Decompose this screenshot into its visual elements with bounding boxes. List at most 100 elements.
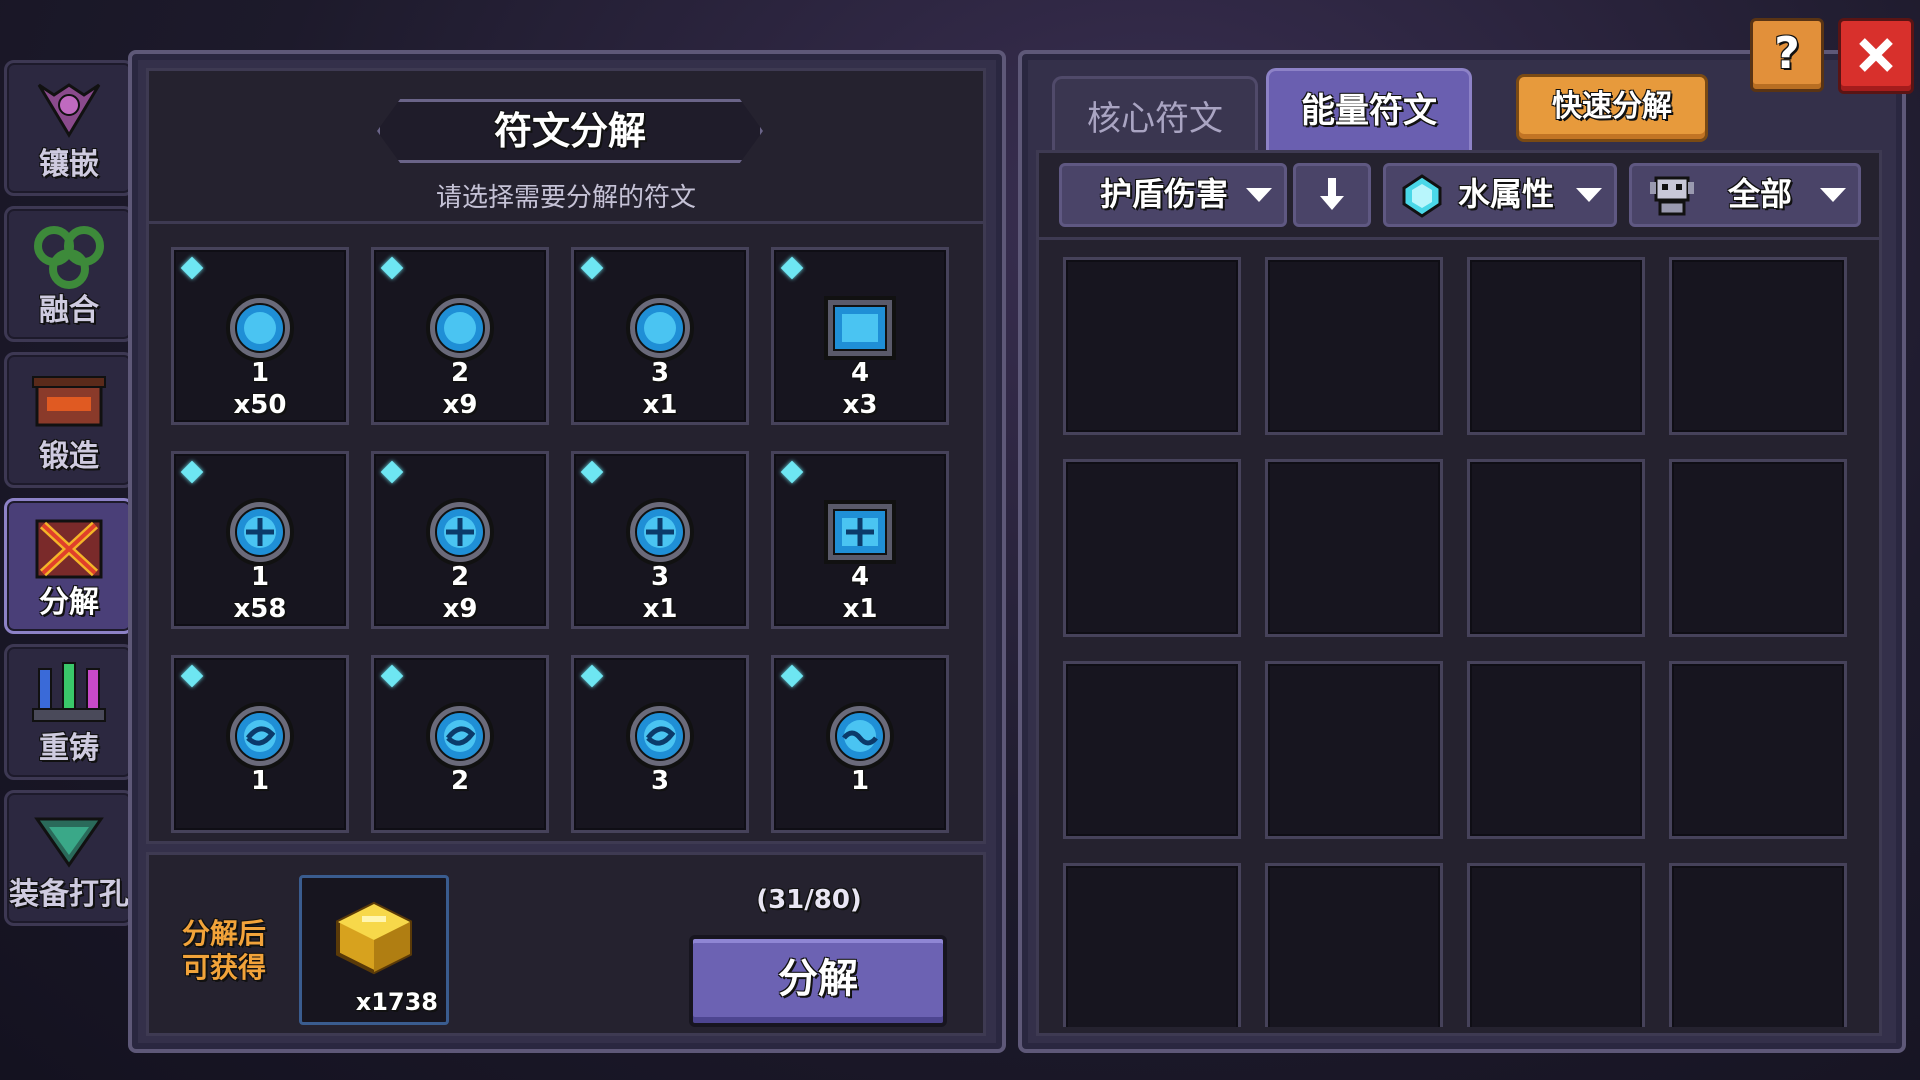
gold-cube-icon (336, 901, 412, 975)
sidebar-item-label: 融合 (39, 293, 99, 328)
rune-level: 1 (250, 358, 270, 388)
rune-level: 1 (250, 562, 270, 592)
decompose-icon (35, 519, 103, 579)
empty-slot[interactable] (1669, 863, 1847, 1027)
stat-filter-label: 护盾伤害 (1100, 175, 1229, 213)
rune-slot[interactable]: 2 x9 (371, 451, 549, 629)
subtitle: 请选择需要分解的符文 (435, 183, 696, 213)
rune-grid: 1 x50 2 x9 3 x1 4 x3 1 x58 2 x9 3 x1 4 x1 1 2 3 1 (171, 247, 971, 837)
category-filter-dropdown[interactable]: 全部 (1629, 163, 1861, 227)
empty-slot[interactable] (1265, 863, 1443, 1027)
empty-slot[interactable] (1063, 257, 1241, 435)
rune-slot[interactable]: 3 (571, 655, 749, 833)
empty-slot[interactable] (1265, 661, 1443, 839)
rune-slot[interactable]: 3 x1 (571, 247, 749, 425)
tab-energy-runes[interactable]: 能量符文 (1266, 68, 1472, 159)
rune-diamond-icon (180, 664, 204, 688)
rune-count: x58 (233, 594, 287, 624)
empty-slot[interactable] (1265, 459, 1443, 637)
rune-level: 3 (650, 766, 670, 796)
rune-count: x1 (642, 594, 678, 624)
sidebar-item-socket[interactable]: 装备打孔 (4, 790, 134, 926)
element-filter-dropdown[interactable]: 水属性 (1383, 163, 1617, 227)
sidebar-item-label: 锻造 (39, 439, 99, 474)
empty-slot[interactable] (1063, 863, 1241, 1027)
help-button[interactable]: ? (1750, 18, 1824, 92)
rune-slot[interactable]: 1 x58 (171, 451, 349, 629)
rune-level: 3 (650, 562, 670, 592)
rune-slot[interactable]: 2 (371, 655, 549, 833)
rune-diamond-icon (580, 460, 604, 484)
rune-diamond-icon (180, 256, 204, 280)
rune-slot[interactable]: 1 x50 (171, 247, 349, 425)
rune-slot[interactable]: 1 (771, 655, 949, 833)
tab-core-runes[interactable]: 核心符文 (1052, 76, 1258, 159)
empty-slot[interactable] (1669, 459, 1847, 637)
selection-panel: 核心符文 能量符文 快速分解 护盾伤害 水属性 全部 (1018, 50, 1906, 1053)
rune-count: x1 (642, 390, 678, 420)
decompose-footer: 分解后 可获得 x1738 (31/80) 分解 (146, 852, 986, 1036)
water-gem-icon (1402, 174, 1442, 218)
rune-count: x9 (442, 594, 478, 624)
sidebar-item-recast[interactable]: 重铸 (4, 644, 134, 780)
quick-decompose-button[interactable]: 快速分解 (1516, 74, 1708, 142)
rune-slot[interactable]: 3 x1 (571, 451, 749, 629)
rune-level: 2 (450, 358, 470, 388)
rune-diamond-icon (380, 460, 404, 484)
sidebar-item-label: 镶嵌 (39, 147, 99, 182)
rune-slot[interactable]: 2 x9 (371, 247, 549, 425)
selected-area: 护盾伤害 水属性 全部 (1036, 150, 1882, 1036)
decompose-button[interactable]: 分解 (689, 935, 947, 1027)
sidebar-item-label: 重铸 (39, 731, 99, 766)
inlay-icon (37, 83, 101, 138)
arrow-down-icon (1320, 178, 1344, 210)
element-filter-label: 水属性 (1458, 175, 1555, 213)
rune-count: x1 (842, 594, 878, 624)
sidebar-item-forge[interactable]: 锻造 (4, 352, 134, 488)
empty-slot[interactable] (1467, 863, 1645, 1027)
divider (149, 221, 983, 224)
empty-slot[interactable] (1467, 257, 1645, 435)
rune-diamond-icon (580, 256, 604, 280)
rune-diamond-icon (780, 664, 804, 688)
empty-slot[interactable] (1669, 257, 1847, 435)
sidebar-item-decompose[interactable]: 分解 (4, 498, 134, 634)
rune-diamond-icon (180, 460, 204, 484)
rune-slot[interactable]: 4 x1 (771, 451, 949, 629)
reward-slot: x1738 (299, 875, 449, 1025)
rune-diamond-icon (780, 460, 804, 484)
chevron-down-icon (1246, 188, 1272, 202)
stat-filter-dropdown[interactable]: 护盾伤害 (1059, 163, 1287, 227)
rune-count: x9 (442, 390, 478, 420)
empty-slot[interactable] (1467, 661, 1645, 839)
sidebar-item-fusion[interactable]: 融合 (4, 206, 134, 342)
rune-level: 2 (450, 766, 470, 796)
rune-level: 3 (650, 358, 670, 388)
rune-slot[interactable]: 4 x3 (771, 247, 949, 425)
sidebar: 镶嵌 融合 锻造 分解 重铸 装备打孔 (4, 60, 134, 936)
close-button[interactable] (1838, 18, 1914, 94)
sort-order-button[interactable] (1293, 163, 1371, 227)
rune-level: 1 (850, 766, 870, 796)
socket-icon (34, 817, 104, 868)
rune-diamond-icon (780, 256, 804, 280)
sidebar-item-label: 装备打孔 (9, 877, 129, 912)
sidebar-item-inlay[interactable]: 镶嵌 (4, 60, 134, 196)
empty-slot[interactable] (1467, 459, 1645, 637)
empty-slot[interactable] (1063, 459, 1241, 637)
reward-count: x1738 (355, 988, 438, 1016)
empty-slot[interactable] (1669, 661, 1847, 839)
rune-slot[interactable]: 1 (171, 655, 349, 833)
rune-level: 4 (850, 562, 870, 592)
selected-runes-grid (1063, 257, 1863, 1027)
fusion-icon (34, 226, 104, 289)
close-icon (1859, 38, 1893, 72)
robot-icon (1650, 176, 1694, 216)
rune-count: x50 (233, 390, 287, 420)
rune-diamond-icon (580, 664, 604, 688)
empty-slot[interactable] (1265, 257, 1443, 435)
rune-diamond-icon (380, 256, 404, 280)
category-filter-label: 全部 (1728, 175, 1793, 213)
rune-level: 1 (250, 766, 270, 796)
empty-slot[interactable] (1063, 661, 1241, 839)
